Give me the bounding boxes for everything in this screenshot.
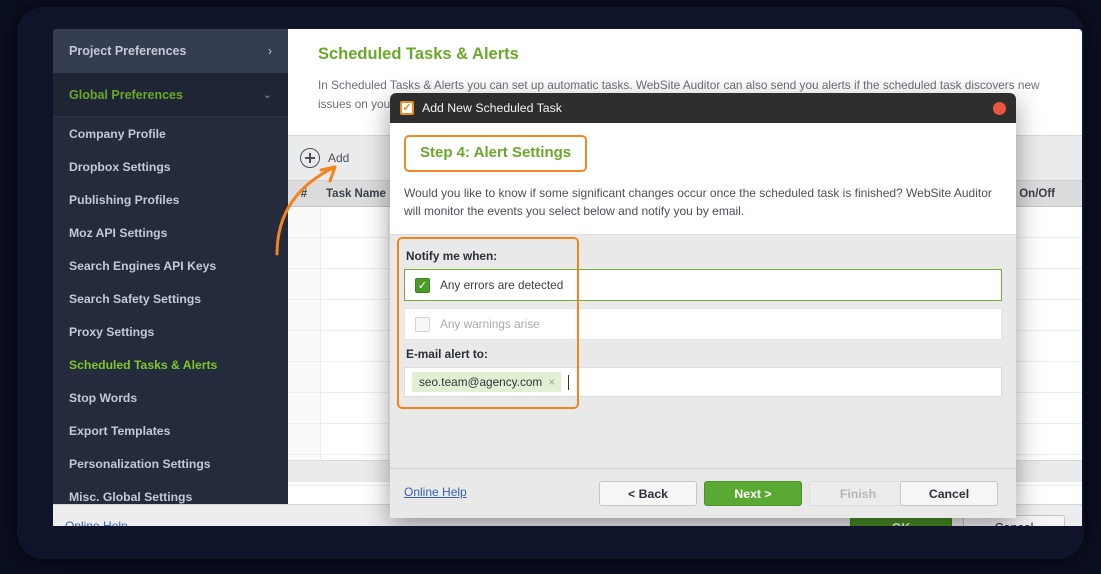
window-content: Project Preferences › Global Preferences… (53, 29, 1082, 526)
add-scheduled-task-dialog: ✓ Add New Scheduled Task Step 4: Alert S… (390, 93, 1016, 518)
checkbox-icon: ✓ (400, 101, 414, 115)
chevron-right-icon: › (268, 44, 272, 58)
sidebar-item-label: Search Safety Settings (69, 291, 202, 306)
sidebar-item-personalization-settings[interactable]: Personalization Settings (53, 447, 288, 480)
sidebar-item-search-safety-settings[interactable]: Search Safety Settings (53, 282, 288, 315)
dialog-body: Notify me when: ✓ Any errors are detecte… (390, 235, 1016, 463)
step-heading: Step 4: Alert Settings (420, 144, 572, 161)
notify-me-label: Notify me when: (406, 249, 498, 263)
window-frame: Project Preferences › Global Preferences… (17, 7, 1084, 559)
sidebar-item-project-preferences[interactable]: Project Preferences › (53, 29, 288, 73)
sidebar-item-dropbox-settings[interactable]: Dropbox Settings (53, 150, 288, 183)
chevron-down-icon: ⌄ (262, 89, 272, 101)
email-input[interactable]: seo.team@agency.com × (404, 367, 1002, 397)
dialog-header: Step 4: Alert Settings Would you like to… (390, 123, 1016, 235)
option-label: Any warnings arise (440, 317, 540, 331)
finish-button: Finish (809, 481, 907, 506)
checkbox-unchecked-icon (415, 316, 430, 332)
sidebar-item-scheduled-tasks-alerts[interactable]: Scheduled Tasks & Alerts (53, 348, 288, 381)
online-help-link[interactable]: Online Help (65, 519, 128, 526)
dialog-intro-text: Would you like to know if some significa… (404, 186, 992, 218)
sidebar-item-moz-api-settings[interactable]: Moz API Settings (53, 216, 288, 249)
add-task-label: Add (328, 151, 350, 165)
sidebar-item-label: Search Engines API Keys (69, 258, 217, 273)
sidebar-item-label: Stop Words (69, 390, 138, 405)
sidebar-item-label: Scheduled Tasks & Alerts (69, 357, 218, 372)
add-task-button[interactable]: Add (300, 148, 349, 168)
plus-circle-icon (300, 148, 320, 168)
step-heading-box: Step 4: Alert Settings (404, 135, 588, 172)
option-label: Any errors are detected (440, 278, 564, 292)
email-alert-label: E-mail alert to: (406, 347, 488, 361)
sidebar-item-label: Publishing Profiles (69, 192, 180, 207)
sidebar-item-label: Personalization Settings (69, 456, 211, 471)
sidebar-item-search-engines-api-keys[interactable]: Search Engines API Keys (53, 249, 288, 282)
option-row-warnings: Any warnings arise (404, 308, 1002, 340)
sidebar-item-publishing-profiles[interactable]: Publishing Profiles (53, 183, 288, 216)
email-chip-label: seo.team@agency.com (419, 375, 543, 389)
email-chip[interactable]: seo.team@agency.com × (412, 372, 562, 392)
dialog-title: Add New Scheduled Task (422, 101, 562, 115)
dialog-online-help-link[interactable]: Online Help (404, 485, 467, 499)
column-header-index: # (300, 187, 308, 200)
sidebar: Project Preferences › Global Preferences… (53, 29, 288, 504)
column-header-on-off: On/Off (1019, 187, 1055, 200)
dialog-cancel-button[interactable]: Cancel (900, 481, 998, 506)
back-button[interactable]: < Back (599, 481, 697, 506)
sidebar-item-label: Proxy Settings (69, 324, 155, 339)
sidebar-item-label: Export Templates (69, 423, 171, 438)
sidebar-item-label: Project Preferences (69, 44, 187, 58)
dialog-title-bar: ✓ Add New Scheduled Task (390, 93, 1016, 123)
sidebar-item-label: Misc. Global Settings (69, 489, 193, 504)
close-icon[interactable] (993, 101, 1006, 115)
sidebar-item-company-profile[interactable]: Company Profile (53, 117, 288, 150)
app-window: Project Preferences › Global Preferences… (0, 0, 1101, 574)
sidebar-item-label: Dropbox Settings (69, 159, 171, 174)
text-cursor (568, 374, 570, 390)
sidebar-item-proxy-settings[interactable]: Proxy Settings (53, 315, 288, 348)
sidebar-item-export-templates[interactable]: Export Templates (53, 414, 288, 447)
sidebar-item-label: Moz API Settings (69, 225, 168, 240)
sidebar-item-global-preferences[interactable]: Global Preferences ⌄ (53, 73, 288, 117)
sidebar-item-stop-words[interactable]: Stop Words (53, 381, 288, 414)
sidebar-group-label: Global Preferences (69, 87, 183, 102)
close-icon[interactable]: × (548, 375, 555, 389)
checkbox-checked-icon[interactable]: ✓ (415, 277, 430, 293)
sidebar-item-label: Company Profile (69, 126, 166, 141)
option-row-errors[interactable]: ✓ Any errors are detected (404, 269, 1002, 301)
page-title: Scheduled Tasks & Alerts (318, 45, 519, 63)
next-button[interactable]: Next > (704, 481, 802, 506)
dialog-footer: Online Help < Back Next > Finish Cancel (390, 468, 1016, 518)
